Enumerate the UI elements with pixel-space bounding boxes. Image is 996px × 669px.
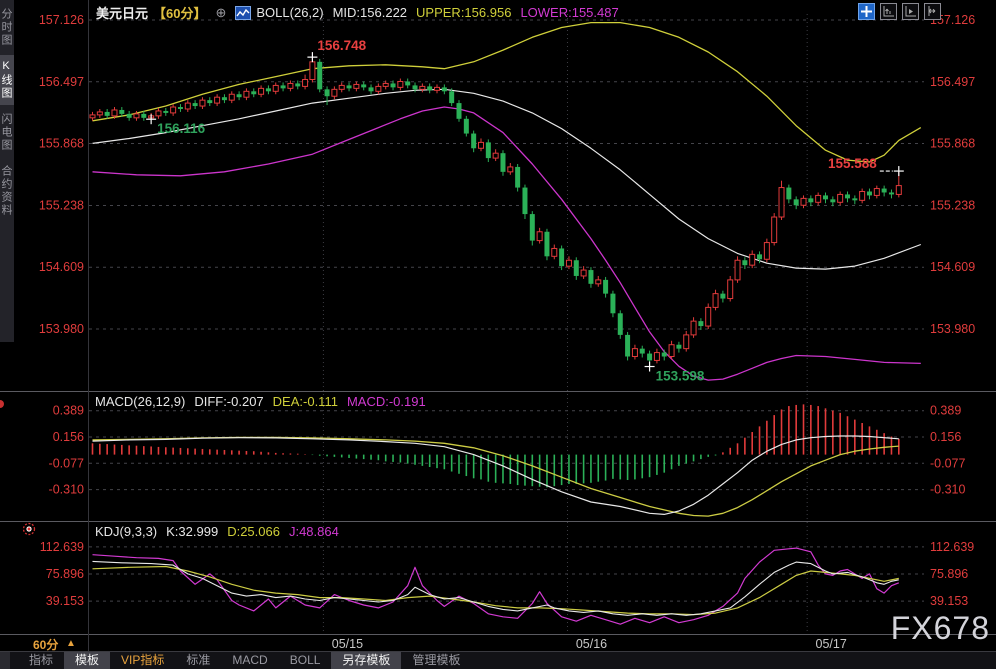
- kdj-title[interactable]: KDJ(9,3,3): [95, 524, 157, 539]
- x-axis-date-2: 05/17: [816, 637, 847, 651]
- sidebar-item-2[interactable]: 闪电图: [0, 108, 14, 157]
- link-icon[interactable]: ⊕: [215, 5, 226, 21]
- tab-5[interactable]: BOLL: [279, 652, 332, 669]
- chart-style-icon[interactable]: [235, 5, 252, 20]
- macd-value: MACD:-0.191: [346, 394, 426, 409]
- tab-6[interactable]: 另存模板: [331, 652, 402, 669]
- trading-app-window: 分时图 K线图 闪电图 合约资料 157.126 157.126 156.497 156.4…: [0, 0, 996, 669]
- kdj-d-value: D:25.066: [227, 524, 280, 539]
- svg-text:155.868: 155.868: [930, 137, 975, 151]
- axis-shift-tool-icon[interactable]: [924, 3, 941, 20]
- tab-4[interactable]: MACD: [221, 652, 278, 669]
- macd-diff-value: DIFF:-0.207: [194, 394, 264, 409]
- crosshair-tool-icon[interactable]: [858, 3, 875, 20]
- kdj-j-value: J:48.864: [288, 524, 339, 539]
- sidebar-item-1[interactable]: K线图: [0, 55, 14, 105]
- svg-text:39.153: 39.153: [930, 594, 968, 608]
- fx678-watermark: FX678: [890, 610, 990, 646]
- kdj-k-value: K:32.999: [166, 524, 219, 539]
- svg-text:-0.077: -0.077: [49, 456, 84, 470]
- svg-text:153.980: 153.980: [930, 322, 975, 336]
- svg-text:155.868: 155.868: [39, 137, 84, 151]
- svg-text:155.238: 155.238: [930, 198, 975, 212]
- tab-0[interactable]: 指标: [18, 652, 64, 669]
- chart-toolbar: [858, 3, 941, 20]
- boll-indicator-label[interactable]: BOLL(26,2): [256, 5, 323, 20]
- price-annotation: 153.598: [656, 369, 705, 384]
- tab-3[interactable]: 标准: [175, 652, 221, 669]
- svg-text:153.980: 153.980: [39, 322, 84, 336]
- boll-mid-value: MID:156.222: [332, 5, 408, 20]
- svg-text:156.497: 156.497: [930, 75, 975, 89]
- svg-text:75.896: 75.896: [930, 567, 968, 581]
- main-chart-header: 美元日元 【60分】 ⊕ BOLL(26,2) MID:156.222 UPPE…: [96, 3, 619, 22]
- expand-arrow-icon[interactable]: ▲: [66, 638, 76, 649]
- svg-text:156.497: 156.497: [39, 75, 84, 89]
- chart-canvas[interactable]: 157.126 157.126156.497 156.497155.868 155.8…: [0, 0, 996, 651]
- svg-text:0.389: 0.389: [930, 404, 961, 418]
- tab-2[interactable]: VIP指标: [110, 652, 175, 669]
- boll-upper-value: UPPER:156.956: [416, 5, 512, 20]
- axis-play-tool-icon[interactable]: [902, 3, 919, 20]
- svg-text:-0.077: -0.077: [930, 456, 965, 470]
- timeframe-label: 【60分】: [153, 6, 207, 21]
- tab-1[interactable]: 模板: [64, 652, 111, 669]
- macd-panel-header: MACD(26,12,9) DIFF:-0.207 DEA:-0.111 MAC…: [95, 394, 426, 409]
- svg-text:-0.310: -0.310: [49, 483, 84, 497]
- price-annotation: 155.588: [828, 156, 877, 171]
- svg-text:0.156: 0.156: [930, 430, 961, 444]
- chart-type-sidebar: 分时图 K线图闪电图合约资料: [0, 0, 14, 342]
- bottom-tab-bar: 指标 模板 VIP指标 标准 MACD BOLL 另存模板 管理模板: [0, 651, 996, 669]
- sidebar-item-3[interactable]: 合约资料: [0, 160, 14, 222]
- x-axis-date-0: 05/15: [332, 637, 363, 651]
- tabbar-grip[interactable]: [0, 652, 10, 669]
- axis-scale-tool-icon[interactable]: [880, 3, 897, 20]
- price-annotation: 156.116: [157, 121, 206, 136]
- tab-7[interactable]: 管理模板: [401, 652, 471, 669]
- svg-text:155.238: 155.238: [39, 198, 84, 212]
- symbol-title: 美元日元: [96, 6, 149, 21]
- boll-lower-value: LOWER:155.487: [520, 5, 619, 20]
- svg-text:0.156: 0.156: [53, 430, 84, 444]
- kdj-panel-header: KDJ(9,3,3) K:32.999 D:25.066 J:48.864: [95, 524, 339, 539]
- svg-text:-0.310: -0.310: [930, 483, 965, 497]
- svg-text:39.153: 39.153: [46, 594, 84, 608]
- svg-text:112.639: 112.639: [40, 540, 84, 554]
- x-axis-date-1: 05/16: [576, 637, 607, 651]
- sidebar-item-0[interactable]: 分时图: [0, 3, 14, 52]
- svg-text:0.389: 0.389: [53, 404, 84, 418]
- svg-text:157.126: 157.126: [39, 13, 84, 27]
- svg-text:112.639: 112.639: [930, 540, 974, 554]
- price-annotation: 156.748: [317, 38, 366, 53]
- svg-text:154.609: 154.609: [39, 260, 84, 274]
- macd-dea-value: DEA:-0.111: [272, 394, 338, 409]
- svg-text:154.609: 154.609: [930, 260, 975, 274]
- svg-text:75.896: 75.896: [46, 567, 84, 581]
- macd-title[interactable]: MACD(26,12,9): [95, 394, 185, 409]
